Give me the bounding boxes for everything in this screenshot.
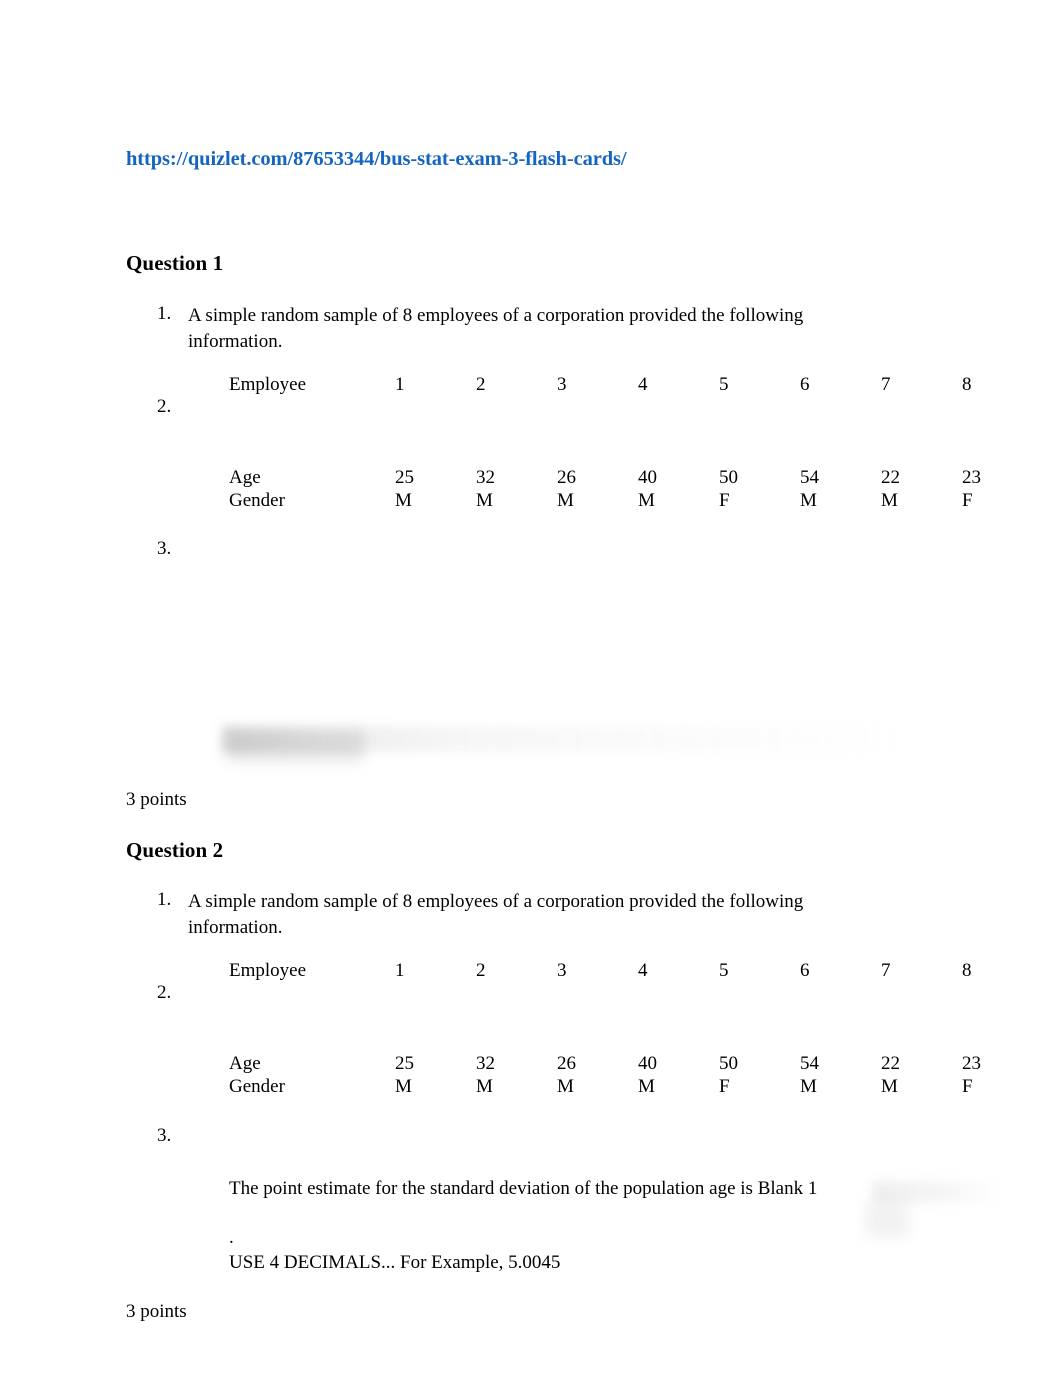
cell-age-1: 25: [395, 467, 414, 488]
spacer-cell: [229, 396, 395, 466]
q2-answer-period: .: [229, 1227, 234, 1248]
q1-list-number-3: 3.: [157, 538, 172, 559]
cell-gender-1: M: [395, 490, 412, 511]
cell-age-4: 40: [638, 1053, 657, 1074]
question-2-heading: Question 2: [126, 838, 224, 862]
cell-age-7: 22: [881, 467, 900, 488]
cell-gender-2: M: [476, 1076, 493, 1097]
cell-age-5: 50: [719, 1053, 738, 1074]
cell-age-2: 32: [476, 1053, 495, 1074]
q2-list-number-3: 3.: [157, 1125, 172, 1146]
q2-data-table: Employee 1 2 3 4 5 6 7 8 Age 25 32 26 40…: [229, 959, 1043, 1098]
cell-gender-4: M: [638, 1076, 655, 1097]
q2-answer-note: USE 4 DECIMALS... For Example, 5.0045: [229, 1252, 561, 1273]
q2-answer-prompt: The point estimate for the standard devi…: [229, 1178, 818, 1199]
cell-employee-1: 1: [395, 374, 405, 395]
table-row-age: Age 25 32 26 40 50 54 22 23: [229, 466, 1043, 489]
q1-prompt-text: A simple random sample of 8 employees of…: [188, 305, 804, 352]
table-row-gender: Gender M M M M F M M F: [229, 489, 1043, 512]
cell-age-6: 54: [800, 1053, 819, 1074]
question-2-points: 3 points: [126, 1301, 187, 1322]
q1-list-number-1: 1.: [157, 303, 172, 324]
cell-age-7: 22: [881, 1053, 900, 1074]
cell-gender-8: F: [962, 1076, 973, 1097]
cell-employee-2: 2: [476, 960, 486, 981]
spacer-cell: [229, 982, 395, 1052]
table-spacer-row: [229, 396, 1043, 466]
cell-gender-5: F: [719, 490, 730, 511]
cell-employee-1: 1: [395, 960, 405, 981]
cell-gender-7: M: [881, 1076, 898, 1097]
quizlet-link[interactable]: https://quizlet.com/87653344/bus-stat-ex…: [126, 148, 627, 171]
cell-gender-6: M: [800, 490, 817, 511]
cell-employee-7: 7: [881, 960, 891, 981]
table-row-gender: Gender M M M M F M M F: [229, 1075, 1043, 1098]
cell-age-5: 50: [719, 467, 738, 488]
q2-list-number-1: 1.: [157, 889, 172, 910]
cell-employee-4: 4: [638, 374, 648, 395]
cell-gender-8: F: [962, 490, 973, 511]
q1-data-table: Employee 1 2 3 4 5 6 7 8 Age 25 32 26 40…: [229, 373, 1043, 512]
cell-age-3: 26: [557, 467, 576, 488]
table-spacer-row: [229, 982, 1043, 1052]
row-label-gender: Gender: [229, 1076, 285, 1097]
cell-employee-3: 3: [557, 960, 567, 981]
cell-employee-8: 8: [962, 960, 972, 981]
cell-age-8: 23: [962, 467, 981, 488]
q2-prompt-text: A simple random sample of 8 employees of…: [188, 891, 804, 938]
redacted-image-smudge: [222, 726, 912, 752]
cell-employee-7: 7: [881, 374, 891, 395]
cell-employee-6: 6: [800, 374, 810, 395]
row-label-gender: Gender: [229, 490, 285, 511]
cell-gender-4: M: [638, 490, 655, 511]
cell-gender-2: M: [476, 490, 493, 511]
q2-list-number-2: 2.: [157, 982, 172, 1003]
row-label-age: Age: [229, 1053, 261, 1074]
redacted-answer-block: [866, 1203, 908, 1237]
cell-gender-3: M: [557, 1076, 574, 1097]
cell-employee-5: 5: [719, 960, 729, 981]
row-label-age: Age: [229, 467, 261, 488]
row-label-employee: Employee: [229, 374, 307, 395]
table-row-employee: Employee 1 2 3 4 5 6 7 8: [229, 373, 1043, 396]
question-1-points: 3 points: [126, 789, 187, 810]
question-1-heading: Question 1: [126, 251, 224, 275]
document-page: https://quizlet.com/87653344/bus-stat-ex…: [0, 0, 1062, 1377]
cell-age-8: 23: [962, 1053, 981, 1074]
cell-employee-5: 5: [719, 374, 729, 395]
redacted-answer-smudge: [872, 1181, 1002, 1203]
cell-employee-6: 6: [800, 960, 810, 981]
cell-gender-5: F: [719, 1076, 730, 1097]
cell-employee-2: 2: [476, 374, 486, 395]
cell-age-4: 40: [638, 467, 657, 488]
table-row-age: Age 25 32 26 40 50 54 22 23: [229, 1052, 1043, 1075]
cell-age-3: 26: [557, 1053, 576, 1074]
cell-employee-3: 3: [557, 374, 567, 395]
table-row-employee: Employee 1 2 3 4 5 6 7 8: [229, 959, 1043, 982]
redacted-image-block: [226, 731, 364, 761]
cell-gender-3: M: [557, 490, 574, 511]
cell-gender-6: M: [800, 1076, 817, 1097]
row-label-employee: Employee: [229, 960, 307, 981]
cell-age-6: 54: [800, 467, 819, 488]
cell-employee-8: 8: [962, 374, 972, 395]
cell-gender-1: M: [395, 1076, 412, 1097]
cell-employee-4: 4: [638, 960, 648, 981]
q1-list-number-2: 2.: [157, 396, 172, 417]
cell-gender-7: M: [881, 490, 898, 511]
cell-age-2: 32: [476, 467, 495, 488]
cell-age-1: 25: [395, 1053, 414, 1074]
